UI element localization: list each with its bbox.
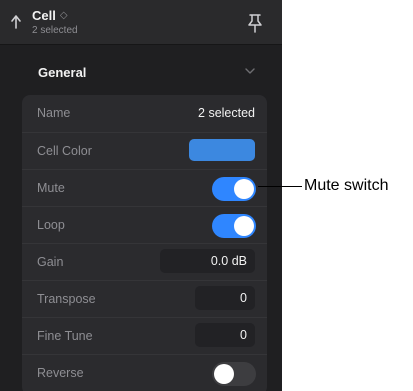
inspector-header: Cell ◇ 2 selected — [0, 0, 282, 45]
general-settings-card: Name 2 selected Cell Color Mute Loop Gai… — [22, 95, 267, 391]
fine-tune-field[interactable]: 0 — [195, 323, 255, 347]
callout-line — [258, 186, 302, 187]
loop-label: Loop — [37, 218, 65, 232]
name-label: Name — [37, 106, 71, 120]
updown-chevron-icon: ◇ — [59, 10, 68, 21]
transpose-row: Transpose 0 — [22, 280, 267, 318]
inspector-panel: Cell ◇ 2 selected General Name 2 selecte… — [0, 0, 282, 391]
mute-switch[interactable] — [212, 177, 256, 201]
gain-label: Gain — [37, 255, 64, 269]
transpose-label: Transpose — [37, 292, 96, 306]
pin-icon[interactable] — [246, 12, 264, 34]
chevron-down-icon[interactable] — [244, 66, 256, 76]
name-value[interactable]: 2 selected — [198, 106, 255, 120]
cell-color-label: Cell Color — [37, 144, 92, 158]
cell-color-row: Cell Color — [22, 132, 267, 170]
mute-label: Mute — [37, 181, 65, 195]
inspector-title: Cell — [32, 8, 56, 23]
name-row: Name 2 selected — [22, 95, 267, 132]
switch-knob — [214, 364, 234, 384]
title-block[interactable]: Cell ◇ 2 selected — [32, 8, 78, 36]
callout-label: Mute switch — [304, 177, 389, 194]
fine-tune-label: Fine Tune — [37, 329, 93, 343]
fine-tune-row: Fine Tune 0 — [22, 317, 267, 355]
mute-row: Mute — [22, 169, 267, 207]
loop-row: Loop — [22, 206, 267, 244]
reverse-switch[interactable] — [212, 362, 256, 386]
gain-row: Gain 0.0 dB — [22, 243, 267, 281]
gain-field[interactable]: 0.0 dB — [160, 249, 255, 273]
transpose-field[interactable]: 0 — [195, 286, 255, 310]
cell-color-swatch[interactable] — [189, 139, 255, 161]
reverse-label: Reverse — [37, 366, 84, 380]
back-arrow-icon[interactable] — [10, 12, 30, 32]
switch-knob — [234, 179, 254, 199]
selection-count: 2 selected — [32, 25, 78, 36]
reverse-row: Reverse — [22, 354, 267, 391]
section-title: General — [38, 65, 87, 80]
loop-switch[interactable] — [212, 214, 256, 238]
section-general-header[interactable]: General — [0, 50, 282, 94]
switch-knob — [234, 216, 254, 236]
